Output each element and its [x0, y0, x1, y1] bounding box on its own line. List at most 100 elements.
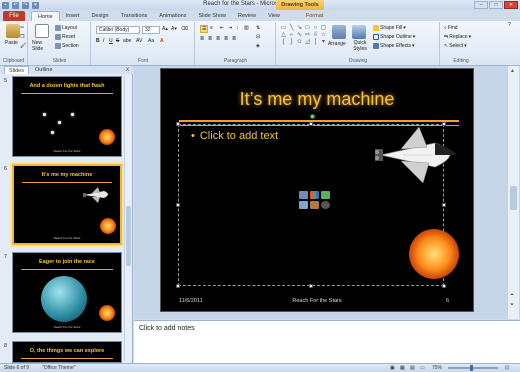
tab-slide-show[interactable]: Slide Show — [192, 11, 232, 21]
font-color-button[interactable]: A — [160, 38, 164, 44]
line-spacing-icon[interactable]: ↕ — [236, 25, 239, 31]
tab-format[interactable]: Format — [300, 11, 329, 21]
arrange-icon[interactable] — [332, 25, 346, 39]
section-button[interactable]: Section — [55, 43, 79, 49]
copy-icon[interactable]: ❐ — [20, 34, 24, 40]
minimize-button[interactable]: – — [474, 1, 488, 9]
tab-outline[interactable]: Outline — [31, 66, 56, 74]
right-arrow-shape-icon[interactable]: ⇨ — [304, 32, 311, 38]
next-slide-icon[interactable]: ⏷ — [510, 302, 514, 308]
rect-shape-icon[interactable]: □ — [304, 25, 311, 31]
star-shape-icon[interactable]: ☆ — [320, 32, 327, 38]
triangle-shape-icon[interactable]: △ — [280, 32, 287, 38]
maximize-button[interactable]: □ — [489, 1, 503, 9]
shrink-font-icon[interactable]: A▾ — [171, 26, 177, 32]
select-button[interactable]: ↖ Select ▾ — [444, 43, 467, 49]
rounded-rect-shape-icon[interactable]: ▢ — [320, 25, 327, 31]
arrow-shape-icon[interactable]: ↘ — [296, 25, 303, 31]
find-button[interactable]: ⌕ Find — [444, 25, 458, 31]
brace-left-shape-icon[interactable]: { — [280, 39, 287, 45]
more-shapes-icon[interactable]: ▾ — [320, 39, 327, 45]
fit-slide-icon[interactable]: ⊡ — [505, 365, 509, 371]
zoom-slider[interactable] — [448, 367, 498, 369]
slide-thumbnail-6[interactable]: It's me my machine Reach For the Stars — [12, 164, 122, 245]
close-pane-icon[interactable]: x — [126, 66, 129, 74]
replace-button[interactable]: ⇆ Replace ▾ — [444, 34, 471, 40]
slide-title[interactable]: It’s me my machine — [161, 89, 473, 110]
clear-formatting-icon[interactable]: ⌫ — [181, 26, 188, 32]
justify-icon[interactable]: ≣ — [224, 36, 228, 42]
bullets-icon[interactable]: ☰ — [200, 25, 209, 33]
previous-slide-icon[interactable]: ⏶ — [510, 292, 514, 298]
tab-home[interactable]: Home — [31, 11, 60, 21]
resize-handle[interactable] — [309, 284, 313, 288]
font-size-combo[interactable]: 32 — [142, 26, 160, 34]
format-painter-icon[interactable]: 🖌 — [20, 43, 26, 49]
numbering-icon[interactable]: ≡ — [210, 25, 213, 31]
columns-icon[interactable]: ▥ — [244, 25, 249, 31]
scrollbar-thumb[interactable] — [510, 186, 517, 210]
italic-button[interactable]: I — [103, 38, 104, 44]
tab-slides[interactable]: Slides — [4, 66, 29, 74]
bullet-placeholder[interactable]: • Click to add text — [191, 130, 278, 142]
paste-icon[interactable] — [6, 24, 20, 38]
resize-handle[interactable] — [442, 203, 446, 207]
textbox-shape-icon[interactable]: ▭ — [280, 25, 287, 31]
paste-button[interactable]: Paste — [5, 40, 18, 46]
smartart-icon[interactable]: ◈ — [256, 43, 260, 49]
reading-view-icon[interactable]: ▤ — [410, 365, 415, 371]
slide-thumbnail-8[interactable]: O, the things we can explore — [12, 341, 122, 363]
increase-indent-icon[interactable]: ⇥ — [228, 25, 232, 31]
change-case-button[interactable]: Aa — [148, 38, 154, 44]
bracket-shape-icon[interactable]: [ — [312, 39, 319, 45]
align-center-icon[interactable]: ≣ — [208, 36, 212, 42]
align-left-icon[interactable]: ≣ — [200, 36, 204, 42]
slides-pane-scrollbar[interactable] — [124, 76, 131, 361]
arrange-button[interactable]: Arrange — [328, 41, 346, 47]
insert-picture-icon[interactable] — [299, 201, 308, 209]
align-right-icon[interactable]: ≣ — [216, 36, 220, 42]
tab-design[interactable]: Design — [85, 11, 114, 21]
decrease-indent-icon[interactable]: ⇤ — [220, 25, 224, 31]
slide-thumbnail-5[interactable]: And a dozen lights that flash Reach For … — [12, 76, 122, 157]
tab-view[interactable]: View — [262, 11, 286, 21]
oval-shape-icon[interactable]: ○ — [312, 25, 319, 31]
layout-button[interactable]: Layout — [55, 25, 77, 31]
strikethrough-button[interactable]: S — [116, 38, 119, 44]
curve-shape-icon[interactable]: ∿ — [296, 32, 303, 38]
tab-review[interactable]: Review — [232, 11, 262, 21]
distributed-icon[interactable]: ≣ — [232, 36, 236, 42]
notes-pane[interactable]: Click to add notes — [134, 320, 520, 363]
shape-fill-button[interactable]: Shape Fill ▾ — [373, 25, 406, 31]
slide-thumbnail-7[interactable]: Eager to join the race Reach For the Sta… — [12, 252, 122, 333]
cut-icon[interactable]: ✂ — [20, 25, 24, 31]
grow-font-icon[interactable]: A▴ — [162, 26, 168, 32]
new-slide-button[interactable]: New Slide — [32, 40, 52, 52]
brace-right-shape-icon[interactable]: } — [288, 39, 295, 45]
insert-clipart-icon[interactable] — [310, 201, 319, 209]
text-direction-icon[interactable]: ⇅ — [256, 25, 260, 31]
zoom-slider-knob[interactable] — [470, 365, 473, 371]
insert-smartart-icon[interactable] — [321, 191, 330, 199]
tab-insert[interactable]: Insert — [60, 11, 86, 21]
line-shape-icon[interactable]: ╲ — [288, 25, 295, 31]
quick-styles-button[interactable]: Quick Styles — [350, 40, 370, 52]
zoom-level[interactable]: 75% — [432, 365, 442, 371]
close-button[interactable]: ✕ — [504, 1, 518, 9]
resize-handle[interactable] — [309, 122, 313, 126]
resize-handle[interactable] — [442, 284, 446, 288]
scroll-up-icon[interactable]: ▲ — [510, 68, 515, 74]
help-icon[interactable]: ? — [508, 22, 511, 28]
character-spacing-button[interactable]: AV — [136, 38, 142, 44]
elbow-shape-icon[interactable]: ⌐ — [288, 32, 295, 38]
insert-chart-icon[interactable] — [310, 191, 319, 199]
shadow-button[interactable]: abe — [123, 38, 131, 44]
underline-button[interactable]: U — [109, 38, 113, 44]
tab-file[interactable]: File — [3, 11, 25, 21]
slide-scrollbar[interactable]: ▲ ⏶ ⏷ — [507, 66, 519, 319]
resize-handle[interactable] — [176, 203, 180, 207]
resize-handle[interactable] — [176, 122, 180, 126]
down-arrow-shape-icon[interactable]: ⇩ — [312, 32, 319, 38]
tab-animations[interactable]: Animations — [153, 11, 192, 21]
normal-view-icon[interactable]: ▣ — [390, 365, 395, 371]
